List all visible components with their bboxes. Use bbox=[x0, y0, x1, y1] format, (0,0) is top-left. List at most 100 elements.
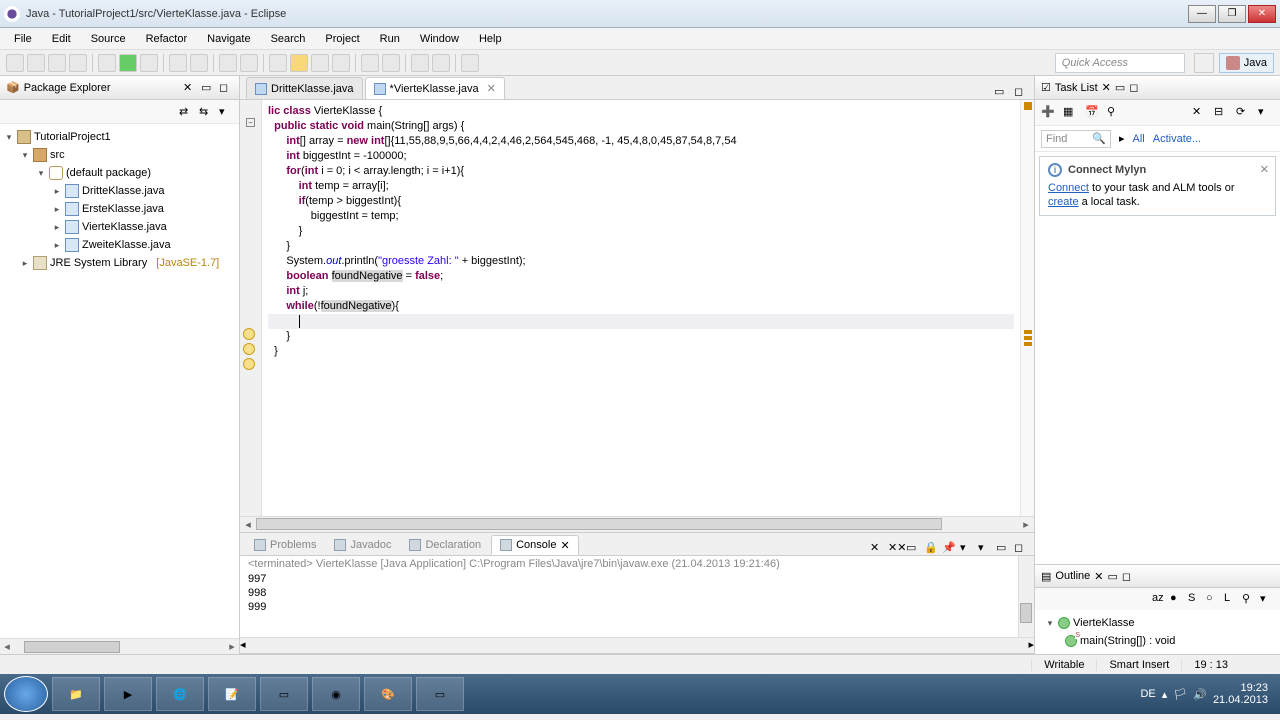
code-editor[interactable]: − lic class VierteKlasse { public static… bbox=[240, 100, 1034, 516]
editor-min-icon[interactable]: ▭ bbox=[994, 85, 1008, 99]
create-link[interactable]: create bbox=[1048, 196, 1079, 208]
taskbar-notepad[interactable]: 📝 bbox=[208, 677, 256, 711]
tree-file[interactable]: ErsteKlasse.java bbox=[82, 203, 164, 215]
new-class-button[interactable] bbox=[190, 54, 208, 72]
close-tab-icon[interactable]: ✕ bbox=[560, 539, 569, 552]
toggle-block-button[interactable] bbox=[290, 54, 308, 72]
open-console-icon[interactable]: ▾ bbox=[978, 541, 992, 555]
console-horizontal-scrollbar[interactable]: ◂▸ bbox=[240, 637, 1034, 653]
taskbar-eclipse[interactable]: ◉ bbox=[312, 677, 360, 711]
package-tree[interactable]: ▾TutorialProject1 ▾src ▾(default package… bbox=[0, 124, 239, 638]
tab-console[interactable]: Console✕ bbox=[491, 535, 579, 555]
horizontal-scrollbar[interactable]: ◂▸ bbox=[0, 638, 239, 654]
tree-jre[interactable]: JRE System Library bbox=[50, 257, 147, 269]
new-button[interactable] bbox=[6, 54, 24, 72]
tree-src[interactable]: src bbox=[50, 149, 65, 161]
forward-button[interactable] bbox=[432, 54, 450, 72]
collapse-all-icon[interactable]: ⇄ bbox=[179, 105, 193, 119]
menu-window[interactable]: Window bbox=[412, 31, 467, 47]
close-button[interactable]: ✕ bbox=[1248, 5, 1276, 23]
toggle-breadcrumb-button[interactable] bbox=[332, 54, 350, 72]
view-max-icon[interactable]: ◻ bbox=[1122, 570, 1131, 583]
view-min-icon[interactable]: ▭ bbox=[201, 81, 215, 95]
hide-local-icon[interactable]: L bbox=[1224, 592, 1238, 606]
tab-javadoc[interactable]: Javadoc bbox=[326, 535, 399, 555]
view-max-icon[interactable]: ◻ bbox=[1014, 541, 1028, 555]
clear-console-icon[interactable]: ▭ bbox=[906, 541, 920, 555]
tree-file[interactable]: ZweiteKlasse.java bbox=[82, 239, 171, 251]
view-close-icon[interactable]: ✕ bbox=[183, 81, 197, 95]
view-max-icon[interactable]: ◻ bbox=[1129, 81, 1138, 94]
taskbar-explorer[interactable]: 📁 bbox=[52, 677, 100, 711]
tree-file[interactable]: DritteKlasse.java bbox=[82, 185, 165, 197]
connect-link[interactable]: Connect bbox=[1048, 182, 1089, 194]
warning-icon[interactable] bbox=[243, 328, 255, 340]
overview-ruler[interactable] bbox=[1020, 100, 1034, 516]
view-menu-icon[interactable]: ▾ bbox=[219, 105, 233, 119]
taskbar-paint[interactable]: 🎨 bbox=[364, 677, 412, 711]
view-close-icon[interactable]: ✕ bbox=[1094, 570, 1103, 583]
open-type-button[interactable] bbox=[219, 54, 237, 72]
tab-problems[interactable]: Problems bbox=[246, 535, 324, 555]
hide-nonpublic-icon[interactable]: ○ bbox=[1206, 592, 1220, 606]
console-output[interactable]: 997998999 bbox=[240, 572, 1018, 637]
editor-max-icon[interactable]: ◻ bbox=[1014, 85, 1028, 99]
search-button[interactable] bbox=[240, 54, 258, 72]
prev-annotation-button[interactable] bbox=[382, 54, 400, 72]
taskbar-app2[interactable]: ▭ bbox=[416, 677, 464, 711]
display-console-icon[interactable]: ▾ bbox=[960, 541, 974, 555]
warning-icon[interactable] bbox=[243, 343, 255, 355]
view-max-icon[interactable]: ◻ bbox=[219, 81, 233, 95]
menu-help[interactable]: Help bbox=[471, 31, 510, 47]
close-icon[interactable]: ✕ bbox=[1260, 163, 1269, 176]
menu-navigate[interactable]: Navigate bbox=[199, 31, 258, 47]
pin-button[interactable] bbox=[461, 54, 479, 72]
code-content[interactable]: lic class VierteKlasse { public static v… bbox=[262, 100, 1020, 516]
next-annotation-button[interactable] bbox=[361, 54, 379, 72]
show-whitespace-button[interactable] bbox=[311, 54, 329, 72]
find-input[interactable]: Find🔍 bbox=[1041, 130, 1111, 148]
menu-run[interactable]: Run bbox=[372, 31, 408, 47]
editor-gutter[interactable]: − bbox=[240, 100, 262, 516]
run-last-button[interactable] bbox=[140, 54, 158, 72]
categorized-icon[interactable]: ▦ bbox=[1063, 105, 1079, 121]
taskbar-app[interactable]: ▭ bbox=[260, 677, 308, 711]
editor-horizontal-scrollbar[interactable]: ◂▸ bbox=[240, 516, 1034, 532]
debug-button[interactable] bbox=[98, 54, 116, 72]
menu-source[interactable]: Source bbox=[83, 31, 134, 47]
sort-icon[interactable]: az bbox=[1152, 592, 1166, 606]
hide-fields-icon[interactable]: ● bbox=[1170, 592, 1184, 606]
save-all-button[interactable] bbox=[48, 54, 66, 72]
activate-link[interactable]: Activate... bbox=[1153, 133, 1201, 145]
toggle-mark-button[interactable] bbox=[269, 54, 287, 72]
outline-tree[interactable]: ▾VierteKlasse main(String[]) : void bbox=[1035, 610, 1280, 654]
new-task-icon[interactable]: ➕ bbox=[1041, 105, 1057, 121]
back-button[interactable] bbox=[411, 54, 429, 72]
scroll-lock-icon[interactable]: 🔒 bbox=[924, 541, 938, 555]
start-button[interactable] bbox=[4, 676, 48, 712]
maximize-button[interactable]: ❐ bbox=[1218, 5, 1246, 23]
menu-project[interactable]: Project bbox=[317, 31, 367, 47]
focus-icon[interactable]: ⚲ bbox=[1107, 105, 1123, 121]
java-perspective-button[interactable]: Java bbox=[1219, 53, 1274, 73]
system-tray[interactable]: DE ▴🏳🔊 19:2321.04.2013 bbox=[1132, 682, 1276, 706]
menu-file[interactable]: File bbox=[6, 31, 40, 47]
minimize-button[interactable]: — bbox=[1188, 5, 1216, 23]
all-link[interactable]: All bbox=[1133, 133, 1145, 145]
menu-refactor[interactable]: Refactor bbox=[138, 31, 196, 47]
menu-search[interactable]: Search bbox=[263, 31, 314, 47]
hide-static-icon[interactable]: S bbox=[1188, 592, 1202, 606]
quick-access-input[interactable]: Quick Access bbox=[1055, 53, 1185, 73]
new-package-button[interactable] bbox=[169, 54, 187, 72]
close-tab-icon[interactable]: ✕ bbox=[487, 82, 496, 95]
editor-tab[interactable]: DritteKlasse.java bbox=[246, 77, 363, 99]
tree-package[interactable]: (default package) bbox=[66, 167, 151, 179]
scheduled-icon[interactable]: 📅 bbox=[1085, 105, 1101, 121]
taskbar-chrome[interactable]: 🌐 bbox=[156, 677, 204, 711]
print-button[interactable] bbox=[69, 54, 87, 72]
view-menu-icon[interactable]: ▾ bbox=[1258, 105, 1274, 121]
view-close-icon[interactable]: ✕ bbox=[1102, 81, 1111, 94]
remove-launch-icon[interactable]: ✕ bbox=[870, 541, 884, 555]
remove-all-icon[interactable]: ✕✕ bbox=[888, 541, 902, 555]
tree-project[interactable]: TutorialProject1 bbox=[34, 131, 111, 143]
